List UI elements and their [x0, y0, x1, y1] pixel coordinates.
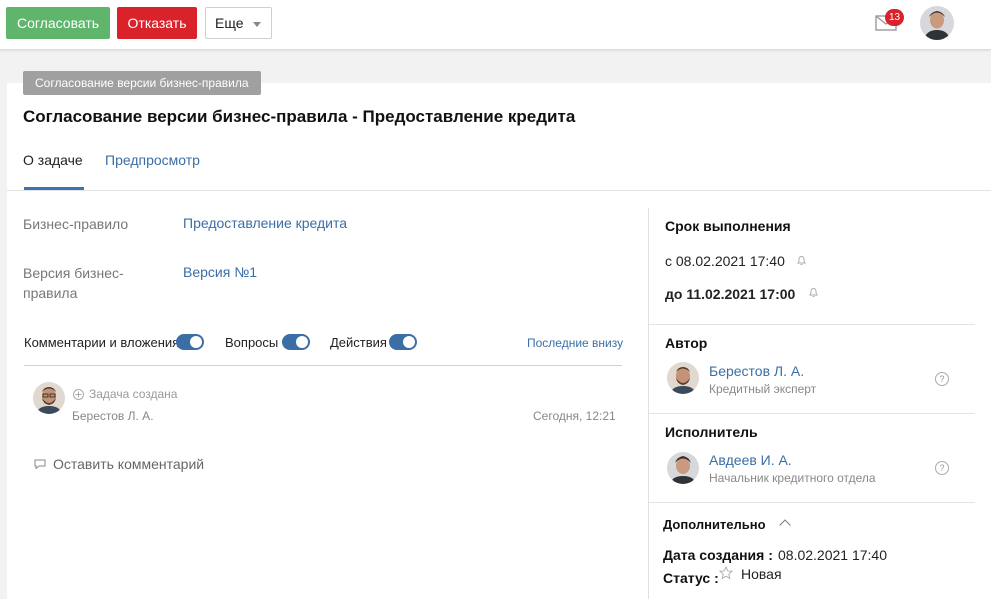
- notifications-badge: 13: [885, 9, 905, 26]
- extra-section-toggle[interactable]: Дополнительно: [663, 517, 766, 532]
- more-label: Еще: [215, 15, 244, 31]
- created-label: Дата создания :: [663, 547, 773, 563]
- deadline-heading: Срок выполнения: [665, 218, 791, 234]
- status-value: Новая: [741, 566, 782, 582]
- leave-comment-link[interactable]: Оставить комментарий: [53, 456, 204, 472]
- feed-divider: [24, 365, 622, 366]
- sidebar-divider: [649, 413, 975, 414]
- event-text: Задача создана: [89, 387, 178, 401]
- user-avatar[interactable]: [920, 6, 954, 40]
- filter-comments-toggle[interactable]: [176, 334, 204, 350]
- avatar: [667, 362, 699, 394]
- tab-preview[interactable]: Предпросмотр: [105, 152, 200, 190]
- tab-about[interactable]: О задаче: [23, 152, 83, 190]
- help-icon[interactable]: ?: [935, 372, 949, 386]
- approve-button[interactable]: Согласовать: [6, 7, 110, 39]
- sidebar-divider: [649, 502, 975, 503]
- sidebar-divider: [649, 324, 975, 325]
- assignee-role: Начальник кредитного отдела: [709, 471, 876, 485]
- more-dropdown-button[interactable]: Еще: [205, 7, 272, 39]
- filter-actions-label: Действия: [330, 335, 387, 350]
- version-link[interactable]: Версия №1: [183, 264, 257, 280]
- rule-label: Бизнес-правило: [23, 216, 129, 232]
- plus-circle-icon: [73, 389, 84, 400]
- bell-icon[interactable]: [809, 287, 818, 298]
- filter-questions-label: Вопросы: [225, 335, 279, 350]
- filter-actions-toggle[interactable]: [389, 334, 417, 350]
- status-label: Статус :: [663, 570, 719, 586]
- event-author: Берестов Л. А.: [72, 409, 154, 423]
- tabs-divider: [7, 190, 991, 191]
- author-name-link[interactable]: Берестов Л. А.: [709, 363, 804, 379]
- avatar: [33, 382, 65, 414]
- author-heading: Автор: [665, 335, 708, 351]
- assignee-heading: Исполнитель: [665, 424, 758, 440]
- chevron-down-icon: [253, 22, 261, 27]
- help-icon[interactable]: ?: [935, 461, 949, 475]
- bell-icon[interactable]: [797, 255, 806, 266]
- filter-comments-label: Комментарии и вложения: [24, 335, 180, 350]
- filter-questions-toggle[interactable]: [282, 334, 310, 350]
- created-value: 08.02.2021 17:40: [778, 547, 887, 563]
- task-type-tag: Согласование версии бизнес-правила: [23, 71, 261, 95]
- deadline-from: с 08.02.2021 17:40: [665, 253, 785, 269]
- assignee-name-link[interactable]: Авдеев И. А.: [709, 452, 792, 468]
- avatar: [667, 452, 699, 484]
- comment-icon: [34, 459, 46, 469]
- sort-order-link[interactable]: Последние внизу: [527, 336, 623, 350]
- author-role: Кредитный эксперт: [709, 382, 817, 396]
- version-label-line1: Версия бизнес-: [23, 265, 124, 281]
- deadline-to: до 11.02.2021 17:00: [665, 286, 796, 302]
- star-icon: [719, 566, 733, 580]
- rule-link[interactable]: Предоставление кредита: [183, 215, 347, 231]
- reject-button[interactable]: Отказать: [117, 7, 197, 39]
- page-title: Согласование версии бизнес-правила - Пре…: [23, 107, 576, 126]
- event-time: Сегодня, 12:21: [533, 409, 616, 423]
- version-label-line2: правила: [23, 285, 78, 301]
